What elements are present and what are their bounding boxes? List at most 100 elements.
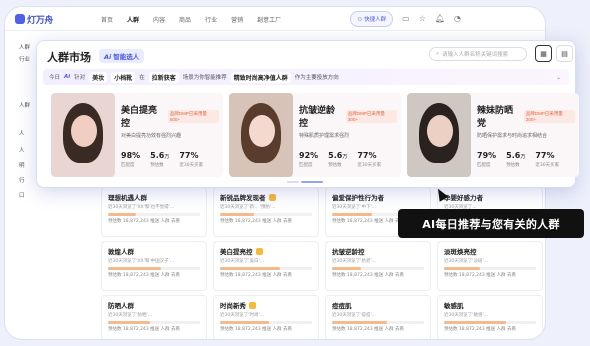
audience-card[interactable]: 敦煌人群 近30天浏览了'XX'和'中国汉子'... 预估数 18,872,243 … — [101, 241, 207, 291]
stat-label: 近30天买家 — [357, 163, 382, 168]
ai-recommendation-bar: 今日 Ai 针对 美妆 小档靴 在 拉新获客 场景为你智能推荐 精致时尚高净值人… — [43, 69, 569, 85]
ai-select-tag[interactable]: Ai 智能选人 — [99, 49, 145, 63]
carousel-dot[interactable] — [287, 181, 299, 183]
sidebar-item[interactable]: 明 — [19, 161, 25, 169]
stat-label: 近30天买家 — [535, 163, 560, 168]
audience-card[interactable]: 理想机遇人群 近30天浏览了'XX'和'也不觉得'... 预估数 18,872,24… — [101, 187, 207, 237]
sidebar-item[interactable]: 人 — [19, 129, 25, 137]
sidebar-item[interactable]: 行业 — [19, 55, 30, 63]
audience-tile[interactable]: 美白提亮控 品牌DMP已采用量 500+ 对美白提亮功效有强烈兴趣 98% 匹配度 5.6… — [51, 93, 223, 177]
stat-label: 匹配度 — [299, 163, 313, 168]
ai-tag-label: 智能选人 — [113, 53, 140, 61]
search-icon: ⌕ — [436, 50, 440, 57]
stat-value-row: 5.6万 — [328, 151, 347, 160]
tile-tag: 品牌DMP已采用量 500+ — [167, 109, 219, 123]
card-desc: 近30天浏览了'XX'和'也不觉得'... — [108, 205, 175, 210]
card-title-row: 孕婴好感力者 — [444, 192, 536, 202]
tile-image — [229, 93, 293, 177]
stat-value: 77% — [179, 151, 199, 160]
audience-card[interactable]: 美白提亮控 近30天浏览了'美白'... 预估数 18,872,243 推送 人群 … — [213, 241, 319, 291]
tile-stat: 77% 近30天买家 — [357, 151, 381, 168]
star-icon[interactable]: ☆ — [419, 15, 426, 23]
nav-item-0[interactable]: 首页 — [101, 15, 113, 24]
card-meta: 预估数 18,872,243 推送 人群 去看 — [220, 327, 292, 332]
card-desc: 近30天浏览了'XX'和'中国汉子'... — [108, 259, 175, 264]
card-title-row: 偏爱保护性行为者 — [332, 192, 424, 202]
audience-card[interactable]: 淡斑焕亮控 近30天浏览了'淡斑'... 预估数 18,872,243 推送 人群 … — [437, 241, 543, 291]
tile-stats: 79% 匹配度 5.6万 预估数 77% 近30天买家 — [477, 151, 575, 168]
card-title: 敦煌人群 — [108, 248, 134, 256]
card-progress — [220, 321, 312, 324]
grid-view-icon[interactable]: ▦ — [535, 45, 552, 62]
nav-item-1[interactable]: 人群 — [127, 15, 139, 24]
nav-item-6[interactable]: 創意工厂 — [257, 15, 281, 24]
badge-icon — [249, 301, 256, 309]
stat-value-row: 77% — [535, 151, 559, 160]
stat-value: 5.6 — [150, 151, 165, 160]
audience-card[interactable]: 敏感肌 近30天浏览了'敏感'... 预估数 18,872,243 推送 人群 去看 — [437, 295, 543, 339]
card-progress — [220, 267, 312, 270]
stat-unit: 万 — [520, 154, 526, 160]
list-view-icon[interactable]: ▤ — [556, 45, 573, 62]
card-meta: 预估数 18,872,243 推送 人群 去看 — [444, 327, 516, 332]
quick-audience-button[interactable]: ⚇ 快捷人群 — [350, 11, 394, 27]
badge-icon — [255, 247, 263, 255]
card-title-row: 美白提亮控 — [220, 246, 312, 256]
stat-value: 77% — [357, 151, 377, 160]
rec-for: 针对 — [74, 75, 86, 81]
nav-item-5[interactable]: 营销 — [231, 15, 243, 24]
sidebar-item[interactable]: 口 — [19, 191, 25, 199]
chevron-down-icon[interactable]: ⌄ — [556, 74, 561, 81]
card-progress — [444, 321, 536, 324]
card-title-row: 新锐品牌发现者 — [220, 192, 312, 202]
logo[interactable]: 灯万舟 — [15, 13, 53, 26]
logo-mark — [15, 14, 25, 24]
card-desc: 近30天浏览了'时尚'... — [220, 313, 264, 318]
stat-value-row: 5.6万 — [506, 151, 525, 160]
card-title-row: 理想机遇人群 — [108, 192, 200, 202]
tile-desc: 对美白提亮功效有强烈兴趣 — [121, 133, 182, 139]
nav-menu: 首页 人群 内容 商品 行业 营销 創意工厂 — [101, 15, 281, 24]
help-icon[interactable]: ◔ — [454, 15, 461, 23]
notification-icon[interactable]: 🔔︎ — [435, 15, 445, 23]
nav-item-4[interactable]: 行业 — [205, 15, 217, 24]
audience-card[interactable]: 新锐品牌发现者 近30天浏览了'新'、'预防'... 预估数 18,872,243 … — [213, 187, 319, 237]
tile-tag: 品牌DMP已采用量 200+ — [523, 109, 575, 123]
card-meta: 预估数 18,872,243 推送 人群 去看 — [220, 219, 292, 224]
audience-card[interactable]: 痘痘肌 近30天浏览了'痘痘'... 预估数 18,872,243 推送 人群 去看 — [325, 295, 431, 339]
rec-suffix: 作为主要投放方向 — [294, 75, 339, 81]
audience-card[interactable]: 时尚新秀近30天浏览了'时尚'... 预估数 18,872,243 推送 人群 去… — [213, 295, 319, 339]
card-desc: 近30天浏览了'敏感'... — [444, 313, 488, 318]
tile-text: 抗皱逆龄控 品牌DMP已采用量 300+ 特殊肌质护理需求强烈 92% 匹配度 5.6万预… — [299, 103, 397, 168]
card-title-row: 敦煌人群 — [108, 246, 200, 256]
stat-unit: 万 — [164, 154, 170, 160]
audience-card[interactable]: 抗皱逆龄控 近30天浏览了'抗老'... 预估数 18,872,243 推送 人群 … — [325, 241, 431, 291]
audience-tile[interactable]: 辣妹防晒党 品牌DMP已采用量 200+ 防晒保护需求与时尚追求相结合 79% 匹配度 5… — [407, 93, 579, 177]
audience-tile[interactable]: 抗皱逆龄控 品牌DMP已采用量 300+ 特殊肌质护理需求强烈 92% 匹配度 5.6万预… — [229, 93, 401, 177]
nav-item-3[interactable]: 商品 — [179, 15, 191, 24]
nav-right: ⚇ 快捷人群 ▭ ☆ 🔔︎ ◔ — [350, 11, 461, 27]
sidebar-item[interactable]: 行 — [19, 176, 25, 184]
card-title: 新锐品牌发现者 — [220, 194, 266, 202]
sidebar-item[interactable]: 人群 — [19, 101, 30, 109]
tile-stat: 5.6万 预估数 — [328, 151, 347, 168]
tile-name-row: 辣妹防晒党 品牌DMP已采用量 200+ — [477, 103, 575, 129]
audience-card[interactable]: 防晒人群 近30天浏览了'防晒'... 预估数 18,872,243 推送 人群 去… — [101, 295, 207, 339]
carousel-dot-active[interactable] — [301, 181, 323, 183]
message-icon[interactable]: ▭ — [402, 15, 410, 23]
sidebar-item[interactable]: 人 — [19, 146, 25, 154]
sidebar-item[interactable]: 人群 — [19, 43, 30, 51]
rec-audience: 精致时尚高净值人群 — [230, 71, 291, 83]
nav-item-2[interactable]: 内容 — [153, 15, 165, 24]
card-meta: 预估数 18,872,243 推送 人群 去看 — [332, 327, 404, 332]
card-meta: 预估数 18,872,243 推送 人群 去看 — [108, 327, 180, 332]
tile-name: 辣妹防晒党 — [477, 105, 514, 128]
card-title-row: 时尚新秀 — [220, 300, 312, 310]
search-input[interactable]: ⌕ 请输入人群名称关键词搜索 — [429, 47, 527, 61]
tile-stat: 5.6万 预估数 — [150, 151, 169, 168]
tooltip: AI每日推荐与您有关的人群 — [398, 209, 584, 238]
rec-category: 美妆 — [89, 71, 108, 83]
card-title: 抗皱逆龄控 — [332, 248, 365, 256]
card-title: 痘痘肌 — [332, 302, 352, 310]
card-title-row: 淡斑焕亮控 — [444, 246, 536, 256]
